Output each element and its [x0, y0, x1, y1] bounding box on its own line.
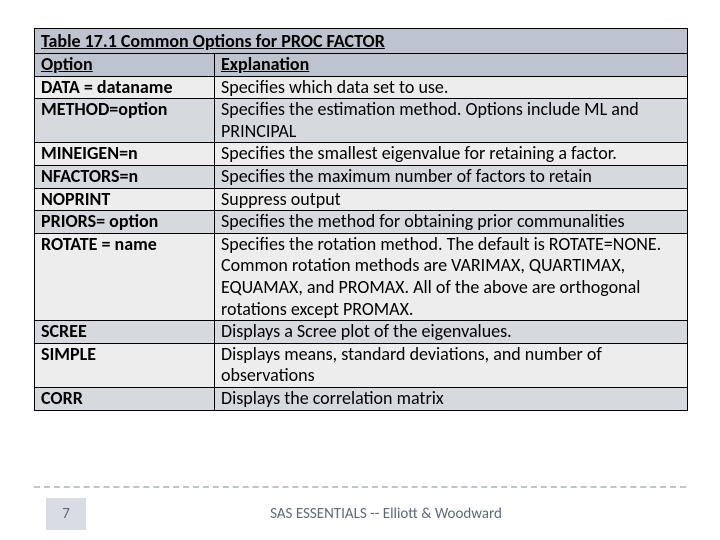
slide: Table 17.1 Common Options for PROC FACTO…: [0, 0, 720, 540]
cell-option: METHOD=option: [35, 99, 215, 142]
table-row: SCREE Displays a Scree plot of the eigen…: [35, 321, 687, 344]
page-number: 7: [62, 505, 70, 523]
cell-explanation: Displays the correlation matrix: [215, 388, 687, 410]
table-row: NOPRINT Suppress output: [35, 189, 687, 212]
cell-explanation: Specifies the estimation method. Options…: [215, 99, 687, 142]
cell-option: MINEIGEN=n: [35, 143, 215, 165]
cell-option: SCREE: [35, 321, 215, 343]
table-row: MINEIGEN=n Specifies the smallest eigenv…: [35, 143, 687, 166]
cell-explanation: Specifies the method for obtaining prior…: [215, 211, 687, 233]
cell-explanation: Specifies the maximum number of factors …: [215, 166, 687, 188]
table-row: CORR Displays the correlation matrix: [35, 388, 687, 410]
page-number-badge: 7: [46, 498, 86, 530]
header-explanation: Explanation: [215, 54, 687, 76]
cell-explanation: Suppress output: [215, 189, 687, 211]
cell-option: DATA = dataname: [35, 77, 215, 99]
table-title: Table 17.1 Common Options for PROC FACTO…: [35, 29, 687, 54]
table-header-row: Option Explanation: [35, 54, 687, 77]
cell-option: PRIORS= option: [35, 211, 215, 233]
cell-explanation: Displays a Scree plot of the eigenvalues…: [215, 321, 687, 343]
cell-option: ROTATE = name: [35, 234, 215, 320]
table-row: METHOD=option Specifies the estimation m…: [35, 99, 687, 143]
header-option: Option: [35, 54, 215, 76]
cell-explanation: Displays means, standard deviations, and…: [215, 344, 687, 387]
cell-option: SIMPLE: [35, 344, 215, 387]
options-table: Table 17.1 Common Options for PROC FACTO…: [34, 28, 688, 411]
cell-option: NFACTORS=n: [35, 166, 215, 188]
cell-option: CORR: [35, 388, 215, 410]
cell-explanation: Specifies the smallest eigenvalue for re…: [215, 143, 687, 165]
table-row: NFACTORS=n Specifies the maximum number …: [35, 166, 687, 189]
cell-option: NOPRINT: [35, 189, 215, 211]
table-row: DATA = dataname Specifies which data set…: [35, 77, 687, 100]
cell-explanation: Specifies the rotation method. The defau…: [215, 234, 687, 320]
table-row: SIMPLE Displays means, standard deviatio…: [35, 344, 687, 388]
cell-explanation: Specifies which data set to use.: [215, 77, 687, 99]
table-row: PRIORS= option Specifies the method for …: [35, 211, 687, 234]
table-row: ROTATE = name Specifies the rotation met…: [35, 234, 687, 321]
slide-footer: 7 SAS ESSENTIALS -- Elliott & Woodward: [34, 486, 686, 530]
footer-source: SAS ESSENTIALS -- Elliott & Woodward: [86, 505, 686, 523]
